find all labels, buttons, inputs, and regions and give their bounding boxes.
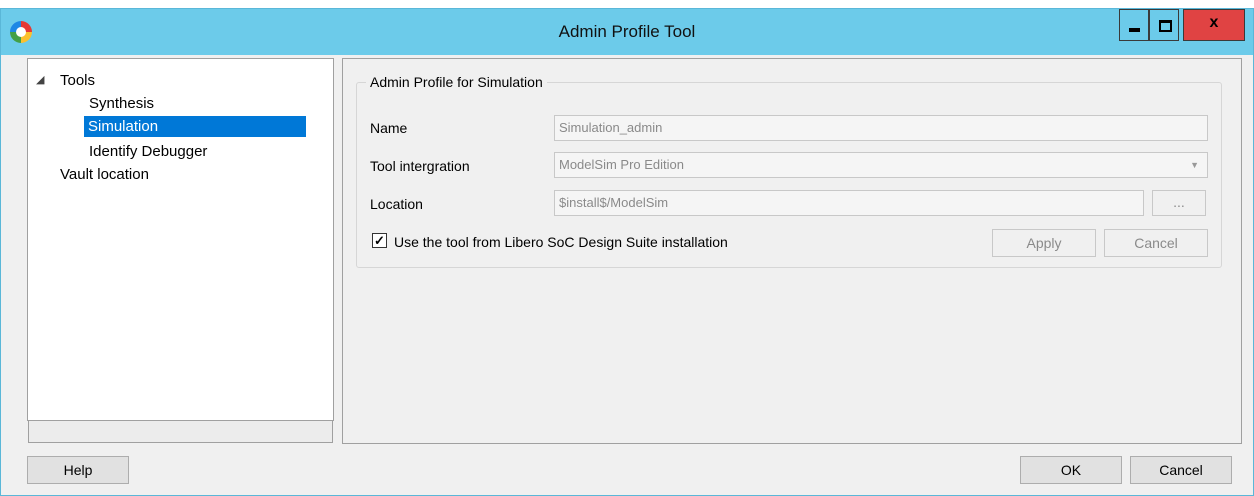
tree-item-simulation[interactable]: Simulation [88, 117, 158, 137]
tree-item-identify-debugger[interactable]: Identify Debugger [89, 142, 207, 162]
ok-button[interactable]: OK [1020, 456, 1122, 484]
groupbox-title: Admin Profile for Simulation [366, 74, 547, 90]
tree-item-synthesis[interactable]: Synthesis [89, 94, 154, 114]
close-button[interactable]: x [1183, 9, 1245, 41]
maximize-icon [1159, 20, 1172, 32]
chevron-down-icon: ▼ [1190, 160, 1199, 170]
location-field[interactable]: $install$/ModelSim [554, 190, 1144, 216]
tree-item-tools[interactable]: Tools [60, 71, 95, 91]
tree-horizontal-scrollbar[interactable] [28, 421, 333, 443]
profile-cancel-button[interactable]: Cancel [1104, 229, 1208, 257]
tree-item-vault-location[interactable]: Vault location [60, 165, 149, 185]
name-field[interactable]: Simulation_admin [554, 115, 1208, 141]
tools-tree[interactable] [27, 58, 334, 421]
browse-button[interactable]: ... [1152, 190, 1206, 216]
expand-collapse-icon[interactable]: ◢ [36, 70, 44, 90]
use-tool-label[interactable]: Use the tool from Libero SoC Design Suit… [394, 234, 728, 250]
tool-integration-dropdown[interactable]: ModelSim Pro Edition ▼ [554, 152, 1208, 178]
window-title: Admin Profile Tool [558, 22, 696, 41]
help-button[interactable]: Help [27, 456, 129, 484]
cancel-button[interactable]: Cancel [1130, 456, 1232, 484]
minimize-button[interactable] [1119, 9, 1149, 41]
use-tool-checkbox[interactable]: ✓ [372, 233, 387, 248]
maximize-button[interactable] [1149, 9, 1179, 41]
apply-button[interactable]: Apply [992, 229, 1096, 257]
close-icon: x [1209, 14, 1219, 31]
location-label: Location [370, 196, 423, 212]
title-bar[interactable]: Admin Profile Tool x [1, 9, 1253, 55]
minimize-icon [1129, 28, 1140, 32]
background-strip [0, 0, 1254, 8]
tool-integration-value: ModelSim Pro Edition [559, 157, 684, 172]
tool-integration-label: Tool intergration [370, 158, 470, 174]
name-label: Name [370, 120, 408, 136]
